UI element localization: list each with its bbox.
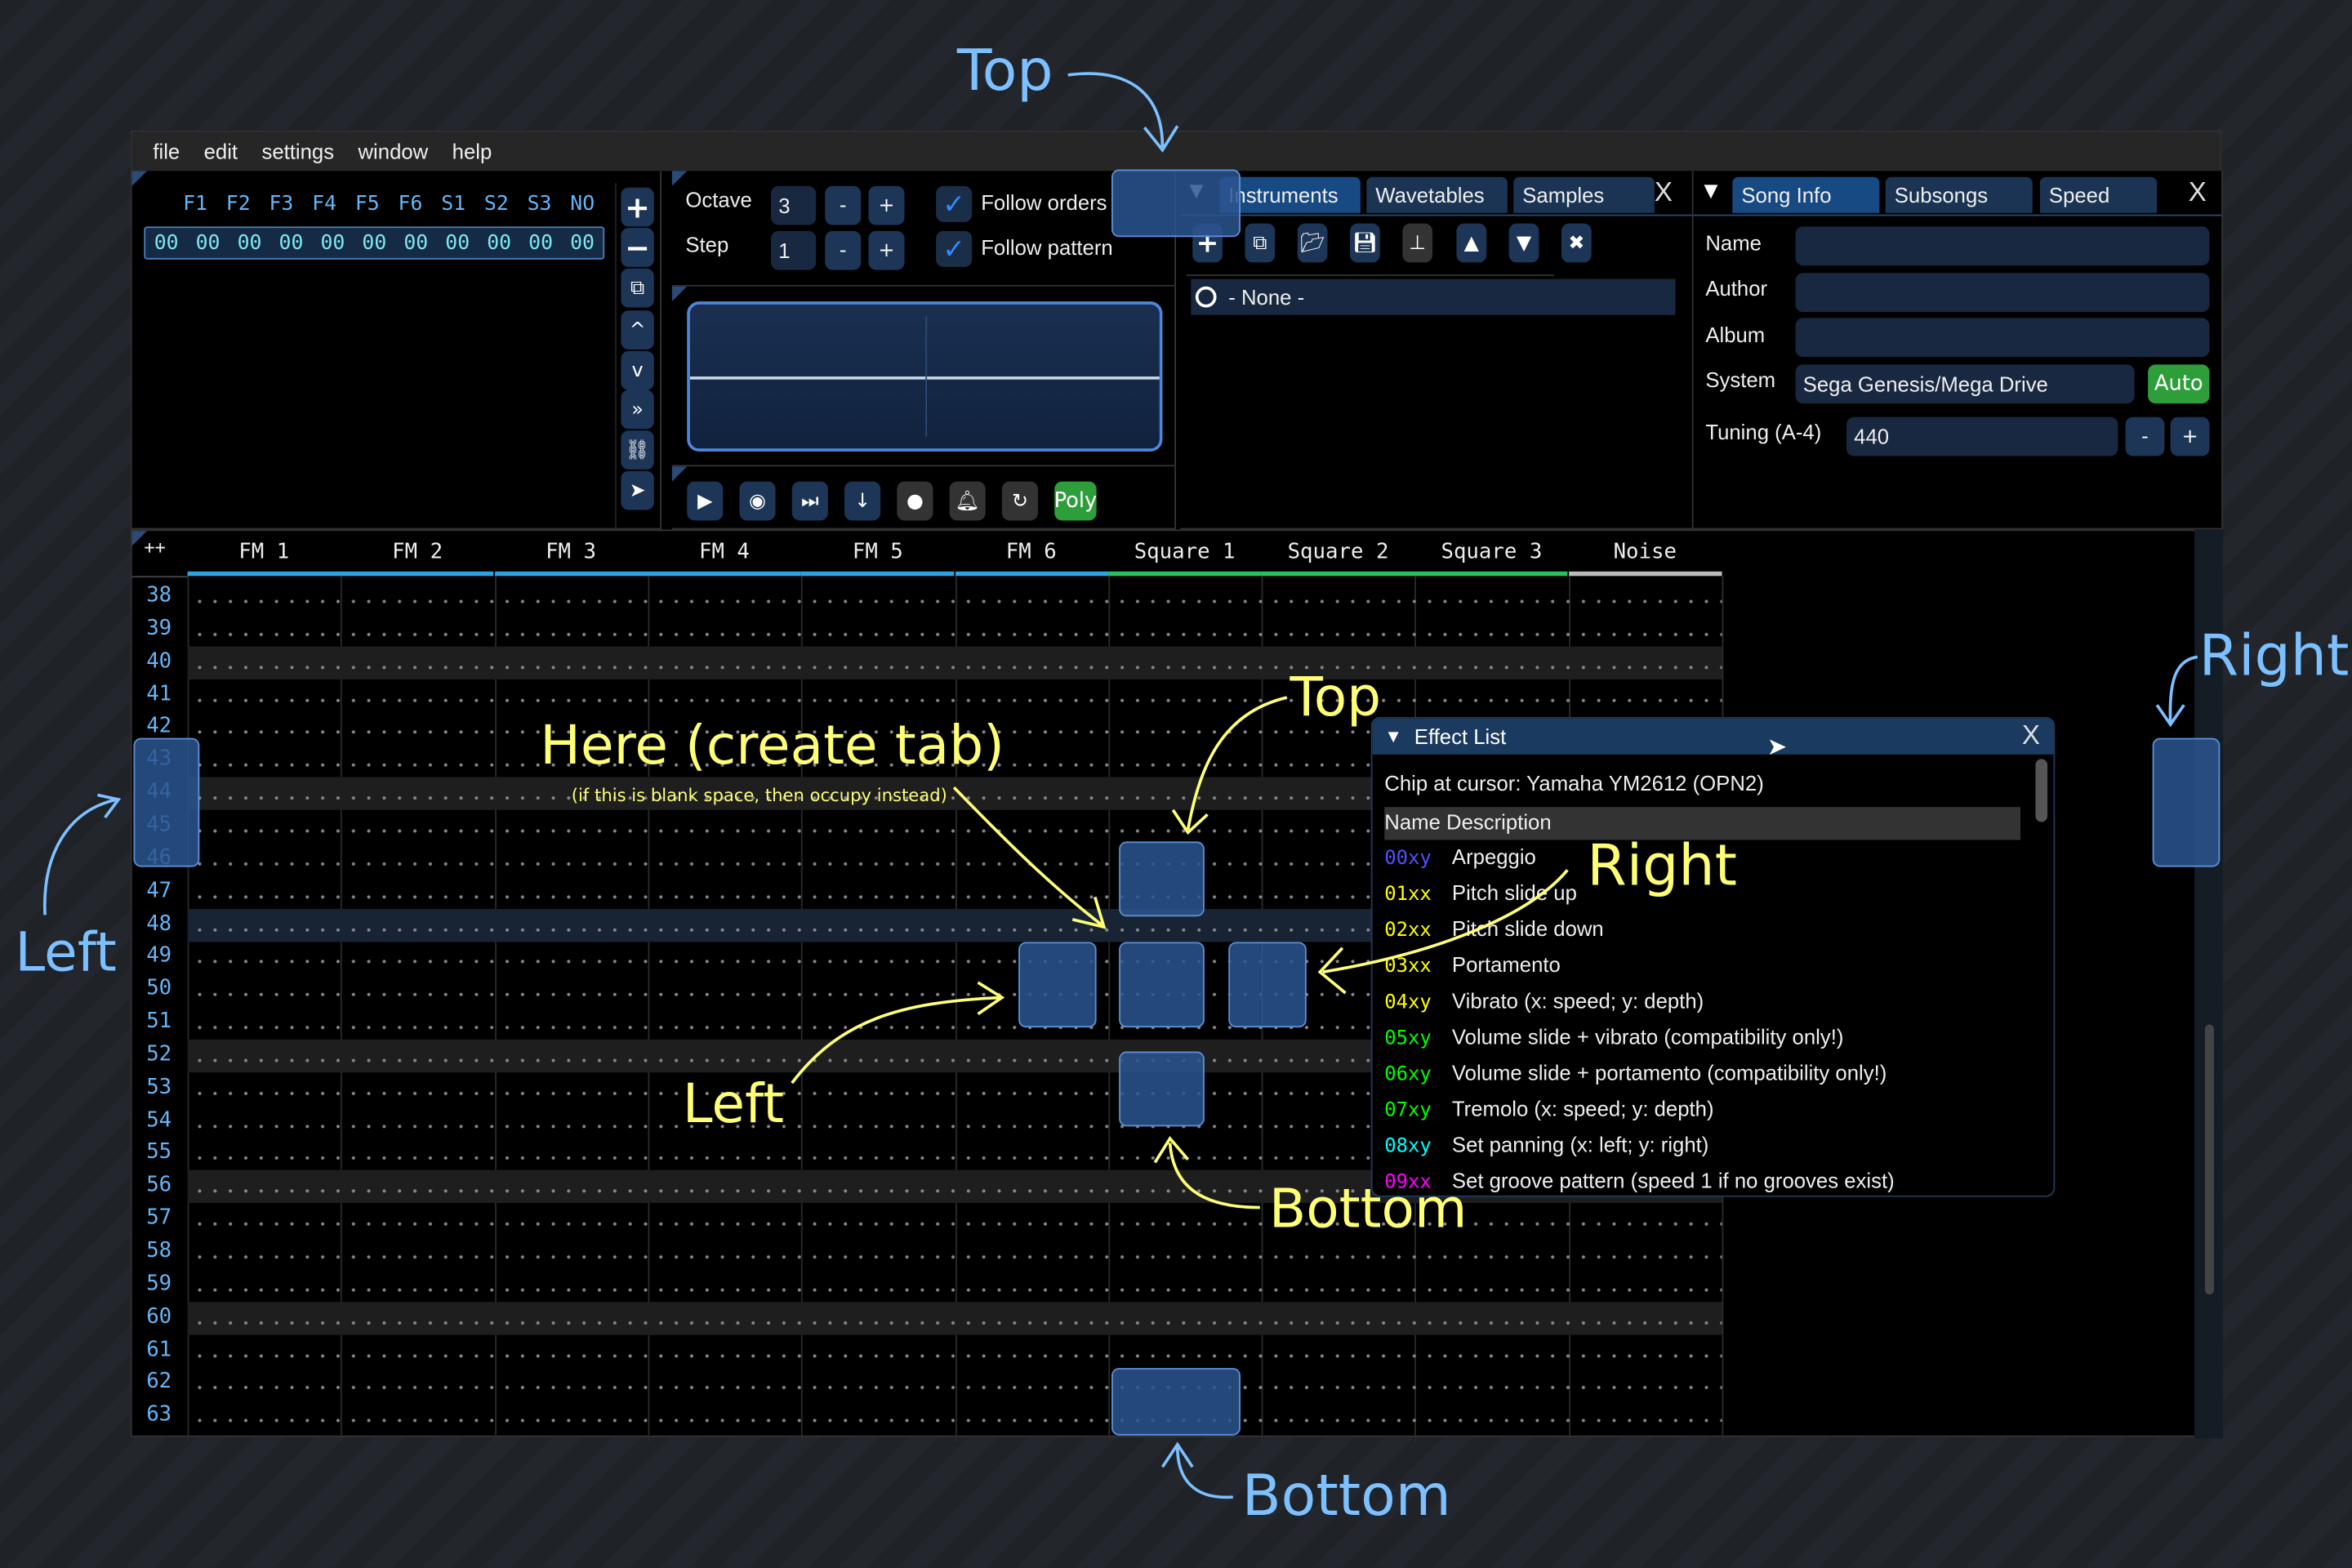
outer-arrows [42,72,2198,1499]
annotation-arrows [42,72,2198,1499]
annotation-inner-left: Left [682,1074,785,1136]
mouse-cursor-icon: ➤ [1766,732,1788,761]
screen: file edit settings window help F1 F2 F3 F4 F… [0,0,2352,1568]
annotation-inner-top: Top [1290,667,1382,729]
annotation-outer-bottom: Bottom [1241,1462,1451,1529]
annotation-outer-left: Left [15,922,117,984]
annotation-here: Here (create tab) [540,715,1004,777]
annotation-here-subtitle: (if this is blank space, then occupy ins… [571,784,947,806]
annotation-outer-top: Top [956,37,1054,104]
annotation-outer-right: Right [2198,622,2350,689]
annotation-inner-bottom: Bottom [1268,1178,1468,1241]
annotation-inner-right: Right [1587,832,1738,899]
